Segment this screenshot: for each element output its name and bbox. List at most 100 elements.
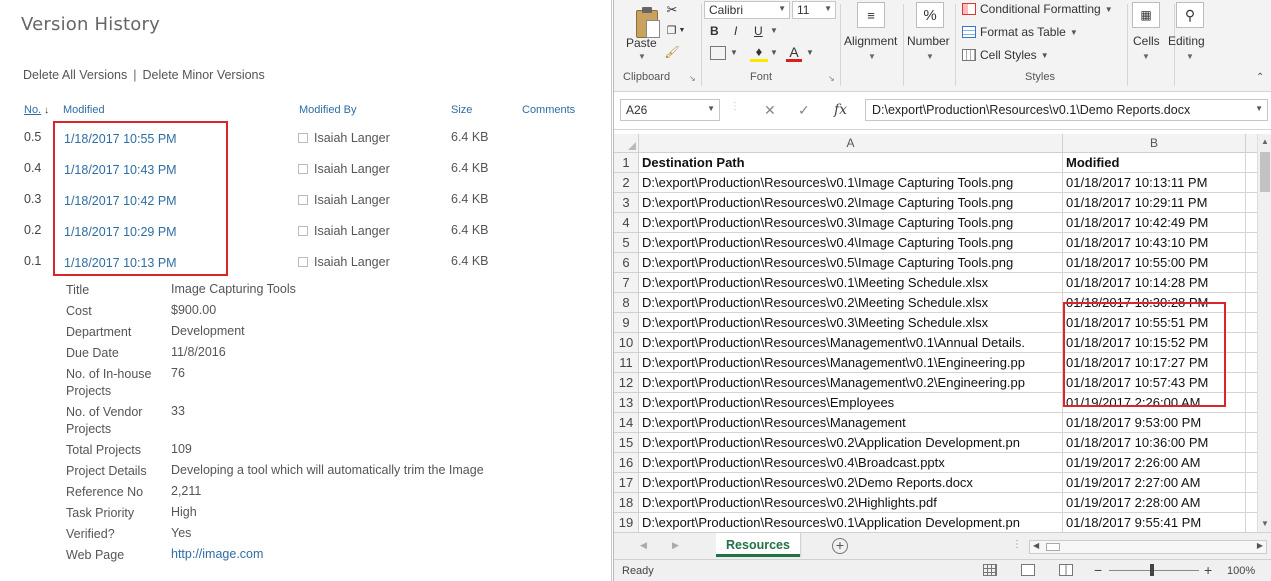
cell-column-c[interactable]: [1246, 453, 1257, 473]
cell-destination-path[interactable]: D:\export\Production\Resources\Managemen…: [639, 353, 1063, 373]
cell-column-c[interactable]: [1246, 433, 1257, 453]
cell-column-c[interactable]: [1246, 173, 1257, 193]
cell-column-c[interactable]: [1246, 293, 1257, 313]
user-presence-checkbox[interactable]: [298, 257, 308, 267]
cell-destination-path[interactable]: D:\export\Production\Resources\v0.4\Broa…: [639, 453, 1063, 473]
row-header[interactable]: 13: [614, 393, 639, 413]
number-button[interactable]: Number: [907, 34, 950, 48]
italic-button[interactable]: I: [734, 24, 737, 38]
row-header[interactable]: 10: [614, 333, 639, 353]
cell-destination-path[interactable]: D:\export\Production\Resources\v0.2\Imag…: [639, 193, 1063, 213]
font-size-select[interactable]: 11 ▼: [792, 1, 836, 19]
row-header[interactable]: 1: [614, 153, 639, 173]
cell-column-c[interactable]: [1246, 393, 1257, 413]
cancel-icon[interactable]: ✕: [764, 102, 776, 119]
sheet-tab-resources[interactable]: Resources: [716, 533, 800, 557]
cell-modified[interactable]: 01/18/2017 10:29:11 PM: [1063, 193, 1246, 213]
zoom-slider-thumb[interactable]: [1150, 564, 1154, 576]
cell-modified[interactable]: 01/19/2017 2:27:00 AM: [1063, 473, 1246, 493]
cell-column-c[interactable]: [1246, 493, 1257, 513]
header-cell-destination-path[interactable]: Destination Path: [639, 153, 1063, 173]
scroll-left-icon[interactable]: ◀: [1033, 541, 1039, 550]
cell-destination-path[interactable]: D:\export\Production\Resources\v0.3\Meet…: [639, 313, 1063, 333]
page-layout-view-icon[interactable]: [1021, 564, 1035, 576]
borders-dropdown-icon[interactable]: ▼: [730, 48, 738, 57]
cells-button[interactable]: Cells: [1133, 34, 1160, 48]
delete-minor-versions-link[interactable]: Delete Minor Versions: [142, 68, 264, 82]
collapse-ribbon-icon[interactable]: ⌃: [1256, 72, 1264, 83]
column-header-b[interactable]: B: [1063, 134, 1246, 153]
cell-column-c[interactable]: [1246, 473, 1257, 493]
user-presence-checkbox[interactable]: [298, 226, 308, 236]
scroll-down-icon[interactable]: ▼: [1258, 516, 1271, 532]
user-presence-checkbox[interactable]: [298, 164, 308, 174]
cell-modified[interactable]: 01/19/2017 2:28:00 AM: [1063, 493, 1246, 513]
cell-modified[interactable]: 01/18/2017 10:43:10 PM: [1063, 233, 1246, 253]
row-header[interactable]: 12: [614, 373, 639, 393]
scroll-thumb[interactable]: [1046, 543, 1060, 551]
cell-modified[interactable]: 01/18/2017 9:53:00 PM: [1063, 413, 1246, 433]
prev-sheet-icon[interactable]: ◀: [640, 540, 647, 551]
formula-input[interactable]: D:\export\Production\Resources\v0.1\Demo…: [865, 99, 1268, 121]
row-header[interactable]: 9: [614, 313, 639, 333]
paste-button[interactable]: Paste ▼: [622, 2, 662, 64]
cell-column-c[interactable]: [1246, 233, 1257, 253]
scroll-thumb[interactable]: [1260, 152, 1270, 192]
row-header[interactable]: 7: [614, 273, 639, 293]
user-presence-checkbox[interactable]: [298, 133, 308, 143]
underline-button[interactable]: U: [754, 24, 763, 38]
name-box[interactable]: A26 ▼: [620, 99, 720, 121]
fill-color-dropdown-icon[interactable]: ▼: [770, 48, 778, 57]
row-header[interactable]: 5: [614, 233, 639, 253]
cell-column-c[interactable]: [1246, 253, 1257, 273]
cell-destination-path[interactable]: D:\export\Production\Resources\v0.1\Imag…: [639, 173, 1063, 193]
clipboard-launcher-icon[interactable]: ↘: [689, 74, 696, 83]
row-header[interactable]: 11: [614, 353, 639, 373]
cell-modified[interactable]: 01/18/2017 10:55:00 PM: [1063, 253, 1246, 273]
insert-function-icon[interactable]: fx: [834, 102, 847, 118]
cell-modified[interactable]: 01/18/2017 10:42:49 PM: [1063, 213, 1246, 233]
cell-destination-path[interactable]: D:\export\Production\Resources\v0.1\Appl…: [639, 513, 1063, 532]
zoom-in-icon[interactable]: +: [1204, 562, 1212, 578]
select-all-corner[interactable]: [614, 134, 639, 153]
font-launcher-icon[interactable]: ↘: [828, 74, 835, 83]
cell-destination-path[interactable]: D:\export\Production\Resources\Managemen…: [639, 373, 1063, 393]
cell-styles-button[interactable]: Cell Styles ▼: [962, 48, 1049, 62]
zoom-slider[interactable]: [1109, 570, 1199, 571]
next-sheet-icon[interactable]: ▶: [672, 540, 679, 551]
row-header[interactable]: 17: [614, 473, 639, 493]
page-break-view-icon[interactable]: [1059, 564, 1073, 576]
row-header[interactable]: 4: [614, 213, 639, 233]
row-header[interactable]: 15: [614, 433, 639, 453]
cell-modified[interactable]: 01/18/2017 10:13:11 PM: [1063, 173, 1246, 193]
user-presence-checkbox[interactable]: [298, 195, 308, 205]
version-modified-by[interactable]: Isaiah Langer: [314, 224, 390, 238]
normal-view-icon[interactable]: [983, 564, 997, 576]
row-header[interactable]: 14: [614, 413, 639, 433]
column-header-size[interactable]: Size: [451, 104, 472, 116]
number-dropdown-icon[interactable]: ▼: [926, 52, 934, 61]
fill-color-icon[interactable]: ♦: [750, 44, 768, 62]
spreadsheet-grid[interactable]: A B 1 Destination Path Modified 2 D:\export\…: [614, 134, 1257, 532]
cell-column-c[interactable]: [1246, 373, 1257, 393]
version-modified-by[interactable]: Isaiah Langer: [314, 131, 390, 145]
row-header[interactable]: 2: [614, 173, 639, 193]
column-header-modified[interactable]: Modified: [63, 104, 105, 116]
bold-button[interactable]: B: [710, 24, 719, 38]
cell-destination-path[interactable]: D:\export\Production\Resources\v0.3\Imag…: [639, 213, 1063, 233]
row-header[interactable]: 19: [614, 513, 639, 532]
format-painter-icon[interactable]: 🖌: [664, 44, 680, 60]
column-header-comments[interactable]: Comments: [522, 104, 575, 116]
alignment-icon[interactable]: ≡: [857, 2, 885, 28]
cell-column-c[interactable]: [1246, 513, 1257, 532]
column-header-no[interactable]: No. ↓: [24, 104, 49, 116]
delete-all-versions-link[interactable]: Delete All Versions: [23, 68, 127, 82]
cell-destination-path[interactable]: D:\export\Production\Resources\v0.5\Imag…: [639, 253, 1063, 273]
scroll-right-icon[interactable]: ▶: [1257, 541, 1263, 550]
cell-destination-path[interactable]: D:\export\Production\Resources\v0.2\Demo…: [639, 473, 1063, 493]
borders-icon[interactable]: [710, 46, 726, 60]
column-header-c[interactable]: [1246, 134, 1257, 153]
enter-check-icon[interactable]: ✓: [798, 102, 810, 119]
cell-modified[interactable]: 01/18/2017 10:14:28 PM: [1063, 273, 1246, 293]
column-header-a[interactable]: A: [639, 134, 1063, 153]
